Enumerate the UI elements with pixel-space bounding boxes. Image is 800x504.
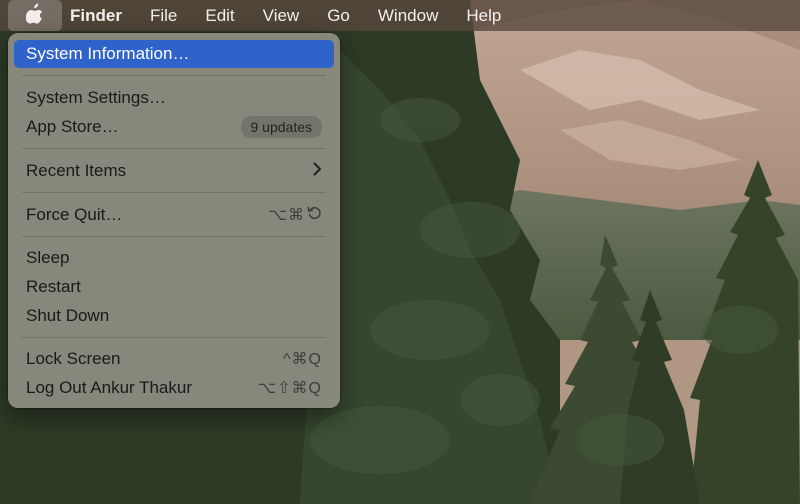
- menu-item-system-information[interactable]: System Information…: [14, 40, 334, 68]
- apple-menu-button[interactable]: [8, 0, 62, 31]
- menu-separator: [22, 337, 326, 338]
- menu-separator: [22, 192, 326, 193]
- apple-logo-icon: [25, 2, 44, 29]
- menu-item-label: Log Out Ankur Thakur: [26, 378, 193, 397]
- menu-separator: [22, 148, 326, 149]
- menu-item-label: System Settings…: [26, 88, 166, 107]
- apple-menu-dropdown: System Information… System Settings… App…: [8, 33, 340, 408]
- shortcut-keys: ⌥⌘: [268, 207, 305, 224]
- menubar-window[interactable]: Window: [364, 0, 452, 31]
- menu-item-label: Restart: [26, 277, 81, 296]
- menu-item-restart[interactable]: Restart: [14, 273, 334, 301]
- menu-item-lock-screen[interactable]: Lock Screen ^⌘Q: [14, 345, 334, 373]
- menu-item-label: System Information…: [26, 44, 190, 63]
- menu-item-label: Lock Screen: [26, 349, 121, 368]
- log-out-shortcut: ⌥⇧⌘Q: [257, 380, 322, 397]
- menu-item-log-out[interactable]: Log Out Ankur Thakur ⌥⇧⌘Q: [14, 374, 334, 402]
- force-quit-shortcut: ⌥⌘: [269, 205, 322, 225]
- escape-key-icon: [307, 205, 322, 225]
- chevron-right-icon: [313, 162, 322, 181]
- menu-item-force-quit[interactable]: Force Quit… ⌥⌘: [14, 201, 334, 229]
- menubar-help[interactable]: Help: [452, 0, 515, 31]
- menu-item-label: Force Quit…: [26, 205, 123, 224]
- menu-bar: Finder File Edit View Go Window Help: [0, 0, 800, 31]
- menu-separator: [22, 236, 326, 237]
- updates-badge: 9 updates: [240, 116, 322, 138]
- menubar-view[interactable]: View: [249, 0, 314, 31]
- lock-screen-shortcut: ^⌘Q: [283, 351, 322, 368]
- menu-item-recent-items[interactable]: Recent Items: [14, 157, 334, 185]
- menubar-file[interactable]: File: [136, 0, 191, 31]
- menu-item-label: App Store…: [26, 117, 119, 136]
- menu-item-system-settings[interactable]: System Settings…: [14, 84, 334, 112]
- menubar-finder[interactable]: Finder: [62, 0, 136, 31]
- menu-item-sleep[interactable]: Sleep: [14, 244, 334, 272]
- menu-item-label: Sleep: [26, 248, 70, 267]
- menu-separator: [22, 75, 326, 76]
- menubar-go[interactable]: Go: [313, 0, 364, 31]
- menubar-edit[interactable]: Edit: [191, 0, 248, 31]
- menu-item-label: Recent Items: [26, 161, 127, 180]
- menu-item-label: Shut Down: [26, 306, 110, 325]
- menu-item-shut-down[interactable]: Shut Down: [14, 302, 334, 330]
- menu-item-app-store[interactable]: App Store… 9 updates: [14, 113, 334, 141]
